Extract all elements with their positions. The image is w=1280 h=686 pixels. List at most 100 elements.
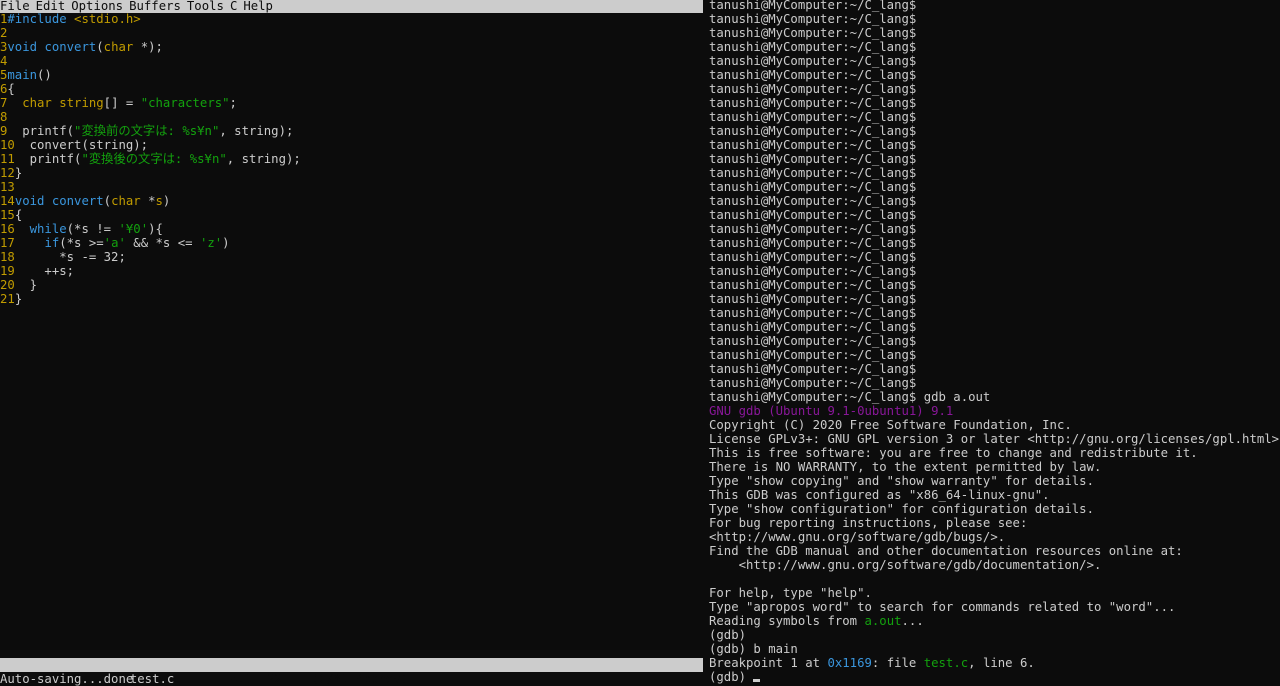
terminal-text: 0x1169	[827, 656, 872, 670]
line-number: 17	[0, 236, 15, 250]
terminal-prompt-line: tanushi@MyComputer:~/C_lang$	[709, 292, 917, 306]
terminal-window[interactable]: tanushi@MyComputer:~/C_lang$ tanushi@MyCo…	[708, 0, 1280, 686]
terminal-line: Type "apropos word" to search for comman…	[709, 600, 1280, 614]
code-token: }	[14, 166, 23, 180]
terminal-line: For bug reporting instructions, please s…	[709, 516, 1280, 530]
code-line[interactable]: 20 }	[0, 278, 703, 292]
terminal-line: Reading symbols from a.out...	[709, 614, 1280, 628]
line-number: 19	[0, 264, 15, 278]
terminal-prompt-line: tanushi@MyComputer:~/C_lang$	[709, 376, 917, 390]
code-line[interactable]: 9 printf("変換前の文字は: %s¥n", string);	[0, 124, 703, 138]
terminal-text: <http://www.gnu.org/software/gdb/bugs/>.	[709, 530, 1006, 544]
code-token: convert	[51, 194, 104, 208]
code-line[interactable]: 16 while(*s != '¥0'){	[0, 222, 703, 236]
terminal-prompt-line: tanushi@MyComputer:~/C_lang$	[709, 278, 917, 292]
terminal-text: Copyright (C) 2020 Free Software Foundat…	[709, 418, 1072, 432]
terminal-text: For help, type "help".	[709, 586, 872, 600]
code-line[interactable]: 13	[0, 180, 703, 194]
code-editor[interactable]: 1#include <stdio.h> 2 3void convert(char *…	[0, 12, 703, 306]
line-number: 11	[0, 152, 15, 166]
code-line[interactable]: 17 if(*s >='a' && *s <= 'z')	[0, 236, 703, 250]
terminal-prompt-line: tanushi@MyComputer:~/C_lang$	[709, 320, 917, 334]
terminal-line: Type "show configuration" for configurat…	[709, 502, 1280, 516]
code-token: *s -= 32;	[14, 250, 126, 264]
terminal-prompt-line: tanushi@MyComputer:~/C_lang$	[709, 236, 917, 250]
terminal-text: : file	[871, 656, 924, 670]
terminal-line: <http://www.gnu.org/software/gdb/bugs/>.	[709, 530, 1280, 544]
code-line[interactable]: 18 *s -= 32;	[0, 250, 703, 264]
code-token: && *s <=	[125, 236, 200, 250]
code-line[interactable]: 10 convert(string);	[0, 138, 703, 152]
terminal-cursor	[753, 679, 761, 682]
code-line[interactable]: 1#include <stdio.h>	[0, 12, 703, 26]
code-line[interactable]: 7 char string[] = "characters";	[0, 96, 703, 110]
terminal-text: a.out	[864, 614, 902, 628]
code-line[interactable]: 8	[0, 110, 703, 124]
emacs-window[interactable]: File Edit Options Buffers Tools C Help 1#inclu…	[0, 0, 703, 686]
terminal-prompt-line: tanushi@MyComputer:~/C_lang$	[709, 334, 917, 348]
terminal-prompt-line: tanushi@MyComputer:~/C_lang$	[709, 96, 917, 110]
code-line[interactable]: 11 printf("変換後の文字は: %s¥n", string);	[0, 152, 703, 166]
code-token: }	[14, 292, 23, 306]
code-token: ()	[37, 68, 52, 82]
terminal-line: Breakpoint 1 at 0x1169: file test.c, lin…	[709, 656, 1280, 670]
terminal-prompt-line: tanushi@MyComputer:~/C_lang$	[709, 124, 917, 138]
code-token: }	[14, 278, 38, 292]
line-number: 13	[0, 180, 15, 194]
code-line[interactable]: 5main()	[0, 68, 703, 82]
terminal-line: There is NO WARRANTY, to the extent perm…	[709, 460, 1280, 474]
code-token: char	[22, 96, 52, 110]
code-line[interactable]: 19 ++s;	[0, 264, 703, 278]
terminal-text: GNU gdb (Ubuntu 9.1-0ubuntu1) 9.1	[709, 404, 954, 418]
code-token: if	[44, 236, 60, 250]
code-token: )	[222, 236, 230, 250]
line-number: 10	[0, 138, 15, 152]
terminal-text: (gdb) b main	[709, 642, 798, 656]
terminal-text: <http://www.gnu.org/software/gdb/documen…	[709, 558, 1102, 572]
code-token: 'a'	[103, 236, 126, 250]
line-number: 2	[0, 26, 8, 40]
terminal-prompt-line: tanushi@MyComputer:~/C_lang$	[709, 166, 917, 180]
code-token: "characters"	[140, 96, 230, 110]
minibuffer[interactable]: Auto-saving...done	[0, 672, 703, 686]
terminal-line: Copyright (C) 2020 Free Software Foundat…	[709, 418, 1280, 432]
code-token: (	[103, 194, 112, 208]
code-line[interactable]: 15{	[0, 208, 703, 222]
code-token: [] =	[103, 96, 141, 110]
code-token: )	[162, 194, 171, 208]
terminal-prompt-line: tanushi@MyComputer:~/C_lang$	[709, 68, 917, 82]
code-token: , string);	[219, 124, 294, 138]
terminal-prompt-line: tanushi@MyComputer:~/C_lang$	[709, 40, 917, 54]
code-token: "変換前の文字は: %s¥n"	[74, 124, 220, 138]
code-token: void	[14, 194, 52, 208]
code-token: while	[29, 222, 67, 236]
terminal-line: Find the GDB manual and other documentat…	[709, 544, 1280, 558]
terminal-prompt-line: tanushi@MyComputer:~/C_lang$	[709, 110, 917, 124]
terminal-prompt-line: tanushi@MyComputer:~/C_lang$	[709, 26, 917, 40]
code-token: printf(	[7, 124, 75, 138]
code-line[interactable]: 12}	[0, 166, 703, 180]
terminal-text: Find the GDB manual and other documentat…	[709, 544, 1183, 558]
code-token: (*s >=	[59, 236, 104, 250]
code-line[interactable]: 6{	[0, 82, 703, 96]
terminal-line: This is free software: you are free to c…	[709, 446, 1280, 460]
code-line[interactable]: 21}	[0, 292, 703, 306]
code-line[interactable]: 14void convert(char *s)	[0, 194, 703, 208]
code-token: *	[140, 194, 156, 208]
line-number: 12	[0, 166, 15, 180]
line-number: 15	[0, 208, 15, 222]
terminal-prompt-line: tanushi@MyComputer:~/C_lang$	[709, 264, 917, 278]
terminal-prompt-line: tanushi@MyComputer:~/C_lang$	[709, 208, 917, 222]
code-token: convert(string);	[14, 138, 149, 152]
code-line[interactable]: 3void convert(char *);	[0, 40, 703, 54]
code-line[interactable]: 2	[0, 26, 703, 40]
terminal-line: (gdb)	[709, 670, 1280, 684]
terminal-prompt-line: tanushi@MyComputer:~/C_lang$	[709, 306, 917, 320]
line-number: 20	[0, 278, 15, 292]
terminal-output[interactable]: tanushi@MyComputer:~/C_lang$ tanushi@MyCo…	[709, 0, 1280, 684]
code-line[interactable]: 4	[0, 54, 703, 68]
terminal-prompt-line: tanushi@MyComputer:~/C_lang$	[709, 194, 917, 208]
terminal-text: (gdb)	[709, 628, 747, 642]
